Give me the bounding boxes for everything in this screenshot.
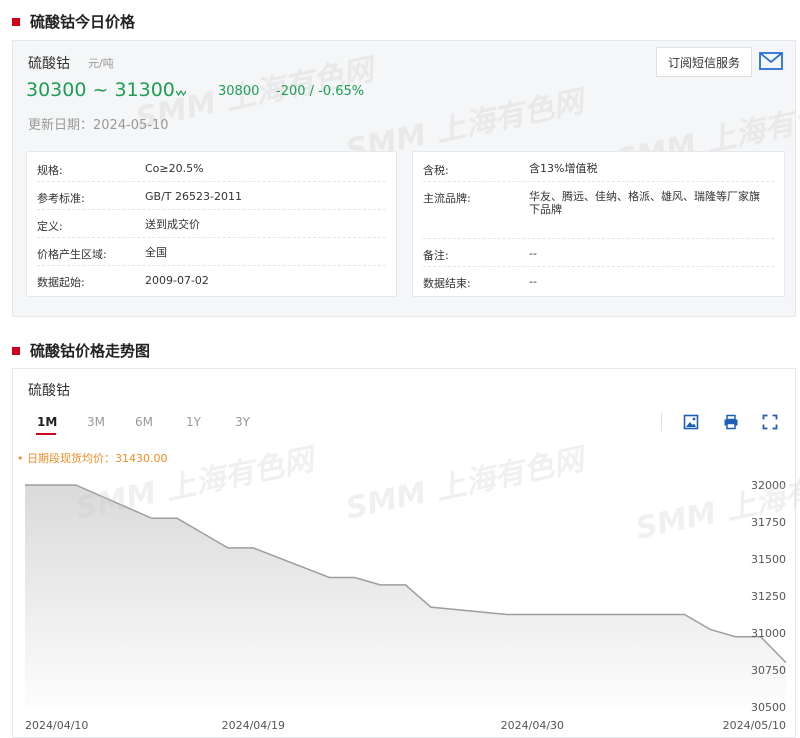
info-label: 备注: <box>423 249 449 262</box>
price-range: 30300 ~ 31300 <box>26 79 175 101</box>
info-value: GB/T 26523-2011 <box>145 190 242 203</box>
data-point[interactable] <box>350 573 360 583</box>
price-change: -200 / -0.65% <box>276 84 365 99</box>
info-value: -- <box>529 247 537 260</box>
info-value: 2009-07-02 <box>145 274 209 287</box>
wave-down-icon <box>175 88 187 99</box>
x-tick-label: 2024/04/30 <box>501 719 564 732</box>
data-point[interactable] <box>527 610 537 620</box>
y-tick-label: 31000 <box>751 627 786 640</box>
info-label: 价格产生区域: <box>37 248 107 261</box>
x-tick-label: 2024/04/10 <box>25 719 88 732</box>
x-tick-label: 2024/05/10 <box>723 719 786 732</box>
info-row: 定义: 送到成交价 <box>37 210 386 238</box>
info-label: 主流品牌: <box>423 192 471 205</box>
info-value: 送到成交价 <box>145 218 200 231</box>
tab-1m[interactable]: 1M <box>37 415 57 429</box>
average-price: 30800 <box>218 84 260 99</box>
price-panel: SMM 上海有色网 SMM 上海有色网 SMM 上海有色网 硫酸钴 元/吨 30… <box>12 40 800 317</box>
chart-panel: 硫酸钴 1M 3M 6M 1Y 3Y • 日期段现货均价：31430.00 32… <box>12 368 800 738</box>
info-row: 数据结束: -- <box>423 267 774 295</box>
x-tick-label: 2024/04/19 <box>222 719 285 732</box>
info-value: 华友、腾远、佳纳、格派、雄风、瑞隆等厂家旗下品牌 <box>529 190 760 216</box>
info-row: 规格: Co≥20.5% <box>37 154 386 182</box>
info-row: 数据起始: 2009-07-02 <box>37 266 386 294</box>
data-point[interactable] <box>375 580 385 590</box>
info-label: 规格: <box>37 164 63 177</box>
data-point[interactable] <box>172 513 182 523</box>
y-tick-label: 31500 <box>751 553 786 566</box>
data-point[interactable] <box>730 632 740 642</box>
info-value: 全国 <box>145 246 167 259</box>
product-name: 硫酸钴 <box>28 56 70 72</box>
price-unit: 元/吨 <box>88 57 114 70</box>
info-row: 主流品牌: 华友、腾远、佳纳、格派、雄风、瑞隆等厂家旗下品牌 <box>423 182 774 239</box>
print-icon[interactable] <box>723 414 739 430</box>
info-row: 价格产生区域: 全国 <box>37 238 386 266</box>
info-label: 数据结束: <box>423 277 471 290</box>
update-date: 更新日期：2024-05-10 <box>28 118 169 133</box>
data-point[interactable] <box>71 480 81 490</box>
info-label: 定义: <box>37 220 63 233</box>
y-tick-label: 31750 <box>751 516 786 529</box>
tab-6m[interactable]: 6M <box>135 415 153 429</box>
data-point[interactable] <box>502 610 512 620</box>
active-tab-indicator <box>36 433 56 435</box>
y-tick-label: 31250 <box>751 590 786 603</box>
save-image-icon[interactable] <box>683 414 699 430</box>
title-marker <box>12 17 20 26</box>
toolbar-divider <box>661 413 662 431</box>
data-point[interactable] <box>248 543 258 553</box>
data-point[interactable] <box>324 573 334 583</box>
mail-icon[interactable] <box>759 52 783 70</box>
today-price-title-text: 硫酸钴今日价格 <box>30 13 136 31</box>
data-point[interactable] <box>705 624 715 634</box>
info-row: 参考标准: GB/T 26523-2011 <box>37 182 386 210</box>
data-point[interactable] <box>426 602 436 612</box>
info-label: 数据起始: <box>37 276 85 289</box>
subscribe-sms-button[interactable]: 订阅短信服务 <box>656 47 752 77</box>
price-trend-chart: 32000 31750 31500 31250 31000 30750 30500 2024/… <box>20 479 787 732</box>
data-point[interactable] <box>223 543 233 553</box>
price-trend-title: 硫酸钴价格走势图 <box>12 340 150 361</box>
info-label: 参考标准: <box>37 192 85 205</box>
data-point[interactable] <box>20 480 30 490</box>
info-value: Co≥20.5% <box>145 162 204 175</box>
y-tick-label: 32000 <box>751 479 786 492</box>
fullscreen-icon[interactable] <box>762 414 778 430</box>
data-point[interactable] <box>401 580 411 590</box>
spec-info-left: 规格: Co≥20.5% 参考标准: GB/T 26523-2011 定义: 送到成交价价… <box>26 151 397 297</box>
today-price-title: 硫酸钴今日价格 <box>12 11 135 32</box>
info-value: -- <box>529 275 537 288</box>
info-row: 备注: -- <box>423 239 774 267</box>
data-point[interactable] <box>198 528 208 538</box>
spec-info-right: 含税: 含13%增值税主流品牌: 华友、腾远、佳纳、格派、雄风、瑞隆等厂家旗下品牌备… <box>412 151 785 297</box>
tab-3m[interactable]: 3M <box>87 415 105 429</box>
data-point[interactable] <box>147 513 157 523</box>
y-tick-label: 30500 <box>751 701 786 714</box>
price-area <box>25 485 786 707</box>
chart-product-name: 硫酸钴 <box>28 383 70 399</box>
info-row: 含税: 含13%增值税 <box>423 154 774 182</box>
data-point[interactable] <box>680 610 690 620</box>
price-trend-title-text: 硫酸钴价格走势图 <box>30 342 151 360</box>
tab-1y[interactable]: 1Y <box>186 415 201 429</box>
tab-3y[interactable]: 3Y <box>235 415 250 429</box>
y-tick-label: 30750 <box>751 664 786 677</box>
info-value: 含13%增值税 <box>529 162 598 175</box>
title-marker <box>12 346 20 355</box>
info-label: 含税: <box>423 164 449 177</box>
